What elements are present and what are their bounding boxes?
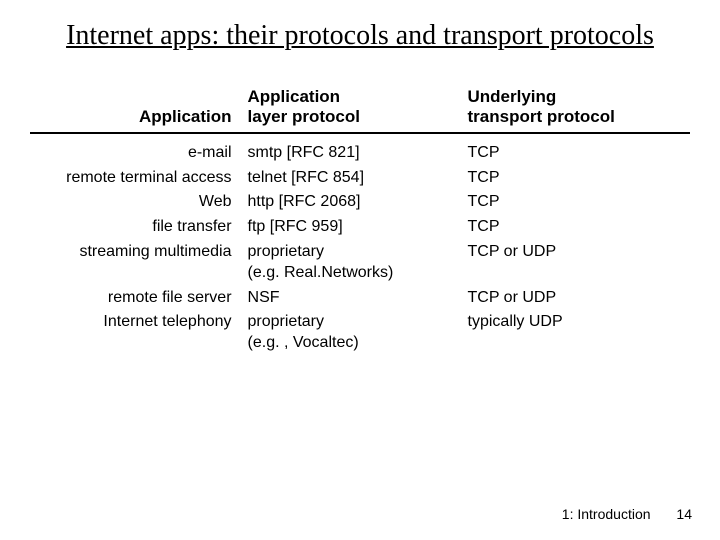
- slide-title: Internet apps: their protocols and trans…: [0, 0, 720, 63]
- table-row: file transferftp [RFC 959]TCP: [30, 215, 690, 240]
- cell-transport: TCP: [460, 215, 690, 240]
- cell-application: Internet telephony: [30, 310, 240, 356]
- table-row: remote file serverNSFTCP or UDP: [30, 286, 690, 311]
- cell-transport: TCP: [460, 141, 690, 166]
- cell-layer-protocol: smtp [RFC 821]: [240, 141, 460, 166]
- cell-application: remote terminal access: [30, 166, 240, 191]
- col-header-transport: Underlyingtransport protocol: [460, 83, 690, 133]
- table-row: streaming multimediaproprietary(e.g. Rea…: [30, 240, 690, 286]
- cell-layer-protocol: http [RFC 2068]: [240, 190, 460, 215]
- cell-layer-protocol: NSF: [240, 286, 460, 311]
- table-row: remote terminal accesstelnet [RFC 854]TC…: [30, 166, 690, 191]
- cell-transport: TCP or UDP: [460, 240, 690, 286]
- slide-footer: 1: Introduction 14: [562, 506, 692, 522]
- cell-application: file transfer: [30, 215, 240, 240]
- col-header-application: Application: [30, 83, 240, 133]
- cell-layer-protocol: proprietary(e.g. , Vocaltec): [240, 310, 460, 356]
- cell-transport: TCP: [460, 190, 690, 215]
- col-header-layer-protocol: Applicationlayer protocol: [240, 83, 460, 133]
- table-row: Webhttp [RFC 2068]TCP: [30, 190, 690, 215]
- cell-application: Web: [30, 190, 240, 215]
- cell-application: remote file server: [30, 286, 240, 311]
- cell-layer-protocol: proprietary(e.g. Real.Networks): [240, 240, 460, 286]
- table-row: e-mailsmtp [RFC 821]TCP: [30, 141, 690, 166]
- cell-transport: TCP or UDP: [460, 286, 690, 311]
- table-row: Internet telephonyproprietary(e.g. , Voc…: [30, 310, 690, 356]
- cell-layer-protocol: ftp [RFC 959]: [240, 215, 460, 240]
- protocol-table-container: Application Applicationlayer protocol Un…: [0, 63, 720, 356]
- cell-layer-protocol: telnet [RFC 854]: [240, 166, 460, 191]
- footer-page-number: 14: [676, 506, 692, 522]
- cell-application: streaming multimedia: [30, 240, 240, 286]
- cell-transport: TCP: [460, 166, 690, 191]
- cell-transport: typically UDP: [460, 310, 690, 356]
- cell-application: e-mail: [30, 141, 240, 166]
- footer-section: 1: Introduction: [562, 506, 651, 522]
- protocol-table-body: e-mailsmtp [RFC 821]TCPremote terminal a…: [30, 133, 690, 356]
- protocol-table: Application Applicationlayer protocol Un…: [30, 83, 690, 356]
